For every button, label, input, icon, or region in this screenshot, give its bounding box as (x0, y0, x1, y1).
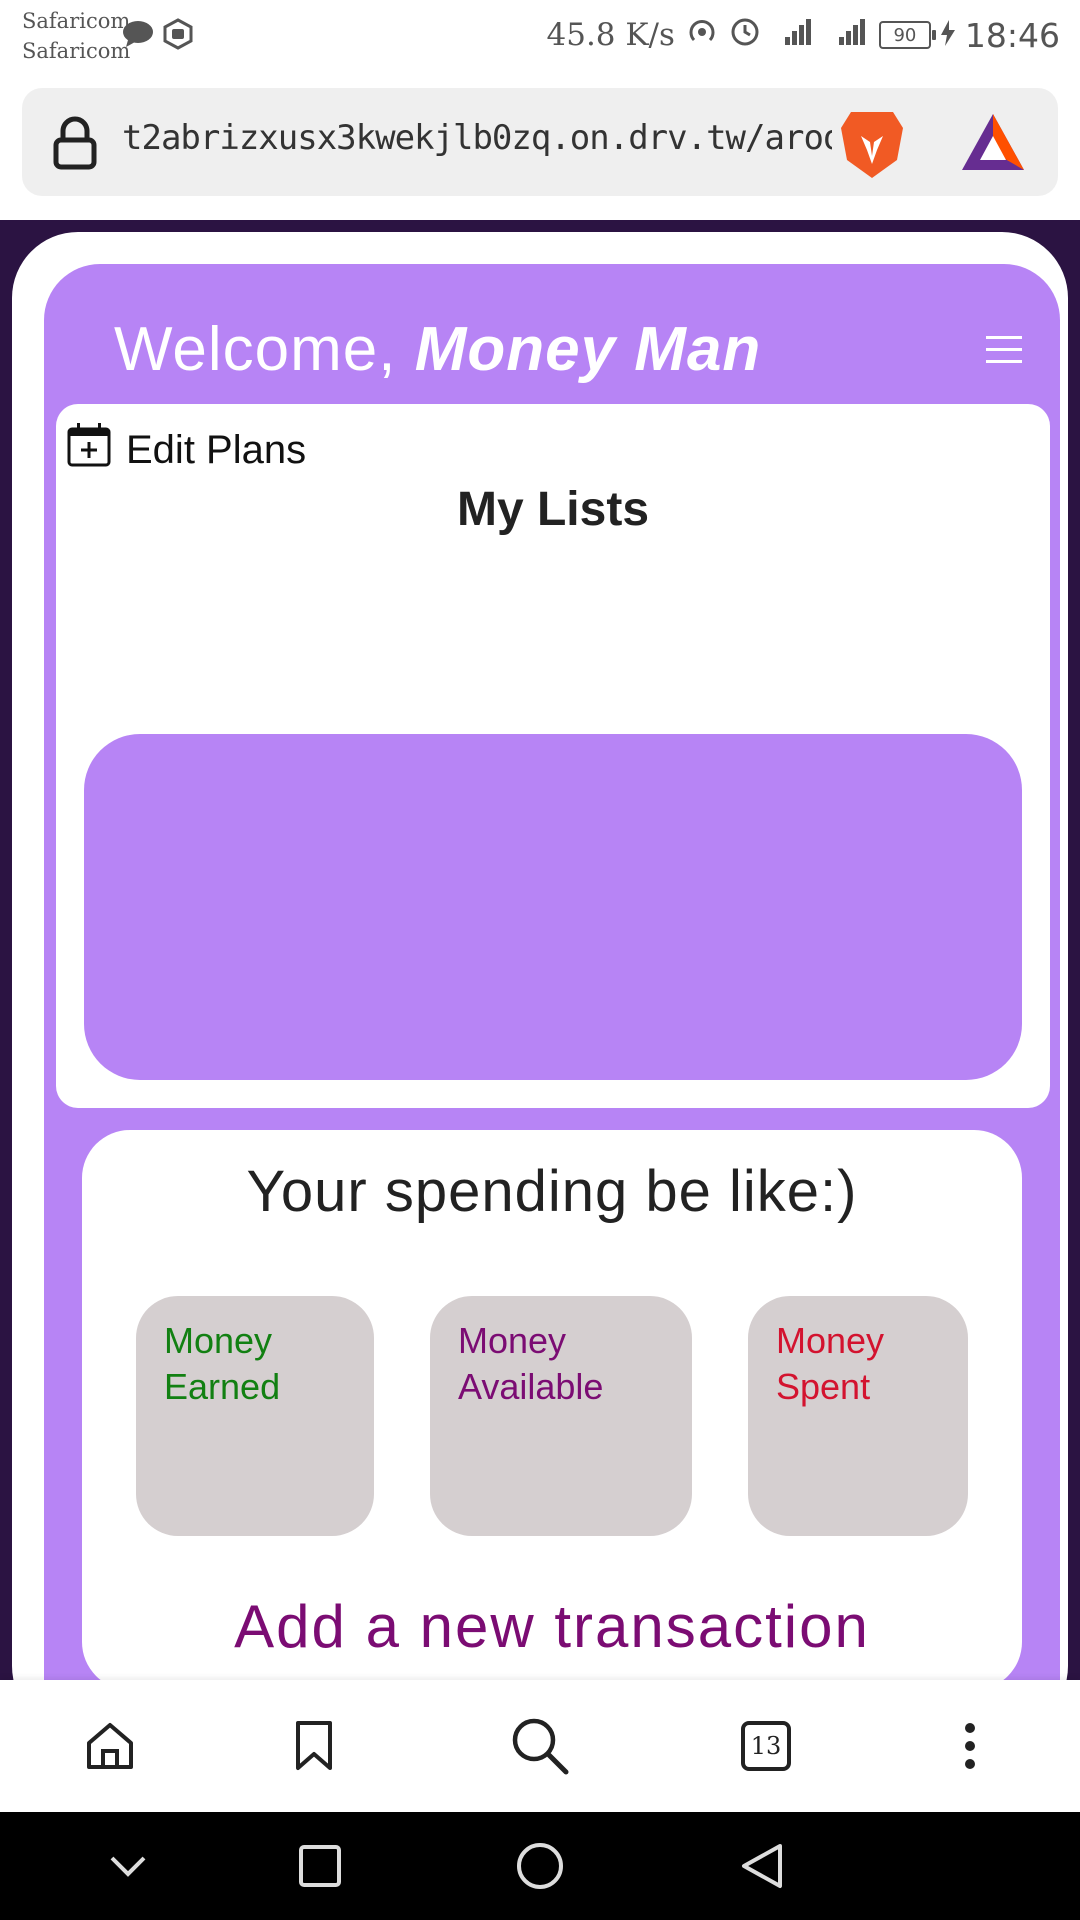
edit-plans-button[interactable]: Edit Plans (66, 422, 306, 478)
user-name: Money Man (414, 315, 762, 384)
greeting-text: Welcome, (114, 315, 415, 384)
chevron-down-icon[interactable] (100, 1838, 156, 1894)
system-nav-bar (0, 1812, 1080, 1920)
lock-icon[interactable] (52, 116, 98, 174)
welcome-heading: Welcome, Money Man (114, 314, 761, 385)
edit-plans-label: Edit Plans (126, 427, 307, 472)
my-lists-title: My Lists (456, 483, 650, 536)
lists-card: Edit Plans My Lists (56, 404, 1050, 1108)
notification-icons (122, 18, 194, 54)
calendar-add-icon (66, 422, 112, 478)
money-spent-tile[interactable]: Money Spent (748, 1296, 968, 1536)
home-icon[interactable] (78, 1714, 142, 1778)
more-menu-icon[interactable] (938, 1714, 1002, 1778)
bat-rewards-icon[interactable] (960, 112, 1026, 176)
money-available-label-1: Money (458, 1320, 567, 1361)
back-icon[interactable] (734, 1838, 790, 1894)
hotspot-icon (685, 14, 719, 56)
url-text[interactable]: t2abrizxusx3kwekjlb0zq.on.drv.tw/arookin… (122, 118, 832, 158)
charging-icon (940, 16, 955, 54)
money-available-label-2: Available (458, 1366, 604, 1407)
address-bar[interactable]: t2abrizxusx3kwekjlb0zq.on.drv.tw/arookin… (22, 88, 1058, 196)
alarm-icon (729, 15, 761, 55)
money-earned-label-1: Money (164, 1320, 273, 1361)
shield-app-icon (162, 18, 194, 54)
carrier-names: Safaricom Safaricom (22, 6, 130, 66)
chat-bubble-icon (122, 20, 154, 52)
money-earned-label-2: Earned (164, 1366, 281, 1407)
bookmark-icon[interactable] (282, 1714, 346, 1778)
carrier-2: Safaricom (22, 39, 131, 63)
status-indicators: 45.8 K/s 90 18:46 (547, 14, 1061, 56)
signal-2g-icon (771, 15, 815, 55)
carrier-1: Safaricom (22, 9, 131, 33)
app-frame: Welcome, Money Man Edit Plans My Lists Y… (12, 232, 1068, 1680)
spending-card: Your spending be like:) Money Earned Mon… (82, 1130, 1022, 1680)
clock: 18:46 (964, 15, 1060, 55)
money-spent-label-2: Spent (776, 1366, 871, 1407)
web-page: Welcome, Money Man Edit Plans My Lists Y… (0, 220, 1080, 1680)
money-earned-tile[interactable]: Money Earned (136, 1296, 374, 1536)
tabs-button[interactable]: 13 (734, 1714, 798, 1778)
signal-4g-icon (825, 15, 869, 55)
brave-shield-icon[interactable] (837, 106, 907, 184)
home-circle-icon[interactable] (512, 1838, 568, 1894)
spending-title: Your spending be like:) (246, 1159, 858, 1224)
money-spent-label-1: Money (776, 1320, 885, 1361)
status-bar: Safaricom Safaricom 45.8 K/s 90 18:46 (0, 0, 1080, 68)
search-icon[interactable] (508, 1714, 572, 1778)
network-speed: 45.8 K/s (546, 17, 675, 53)
money-available-tile[interactable]: Money Available (430, 1296, 692, 1536)
lists-container (84, 734, 1022, 1080)
recent-apps-icon[interactable] (292, 1838, 348, 1894)
tabs-count: 13 (741, 1721, 791, 1771)
add-transaction-link[interactable]: Add a new transaction (82, 1592, 1022, 1661)
browser-toolbar: 13 (0, 1680, 1080, 1812)
hamburger-menu-icon[interactable] (984, 334, 1024, 370)
battery-icon: 90 (878, 21, 936, 49)
